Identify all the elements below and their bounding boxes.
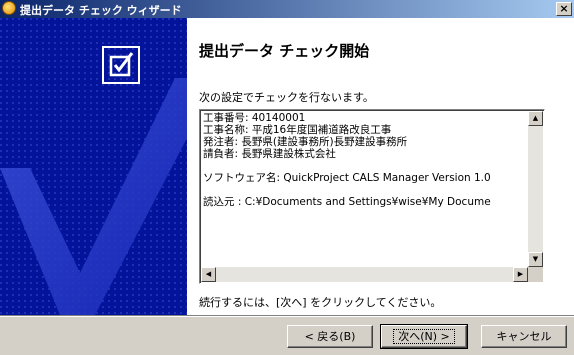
scroll-left-icon[interactable]: ◀: [201, 267, 216, 282]
next-button[interactable]: 次へ(N) >: [380, 324, 468, 349]
settings-summary-box[interactable]: 工事番号: 40140001 工事名称: 平成16年度国補道路改良工事 発注者:…: [199, 109, 545, 284]
button-separator: [0, 315, 574, 317]
cancel-button[interactable]: キャンセル: [481, 325, 567, 348]
scroll-right-icon[interactable]: ▶: [513, 267, 528, 282]
summary-line: 工事番号: 40140001: [203, 112, 306, 124]
title-bar[interactable]: 提出データ チェック ウィザード ×: [0, 0, 574, 18]
settings-summary-text: 工事番号: 40140001 工事名称: 平成16年度国補道路改良工事 発注者:…: [203, 112, 525, 267]
summary-line: ソフトウェア名: QuickProject CALS Manager Versi…: [203, 172, 491, 184]
sidebar-graphic: [0, 18, 187, 315]
scrollbar-corner: [528, 267, 543, 282]
scroll-down-icon[interactable]: ▼: [528, 252, 543, 267]
page-title: 提出データ チェック開始: [199, 42, 370, 60]
next-button-label: 次へ(N) >: [393, 329, 455, 344]
close-button[interactable]: ×: [556, 2, 572, 16]
horizontal-scrollbar[interactable]: ◀ ▶: [201, 267, 528, 282]
wizard-sidebar: [0, 18, 187, 315]
scroll-up-icon[interactable]: ▲: [528, 111, 543, 126]
wizard-content: 提出データ チェック開始 次の設定でチェックを行ないます。 工事番号: 4014…: [187, 18, 574, 315]
continue-hint: 続行するには、[次へ] をクリックしてください。: [199, 296, 442, 309]
window-title: 提出データ チェック ウィザード: [20, 4, 182, 17]
summary-line: 発注者: 長野県(建設事務所)長野建設事務所: [203, 136, 408, 148]
summary-line: 読込元 : C:¥Documents and Settings¥wise¥My …: [203, 196, 491, 208]
summary-line: 工事名称: 平成16年度国補道路改良工事: [203, 124, 392, 136]
check-document-icon: [102, 46, 140, 84]
summary-blank-line: [203, 184, 525, 196]
summary-blank-line: [203, 160, 525, 172]
wizard-app-icon: [2, 1, 16, 15]
intro-text: 次の設定でチェックを行ないます。: [199, 91, 374, 104]
back-button[interactable]: < 戻る(B): [287, 325, 373, 348]
vertical-scrollbar[interactable]: ▲ ▼: [528, 111, 543, 267]
summary-line: 請負者: 長野県建設株式会社: [203, 148, 336, 160]
